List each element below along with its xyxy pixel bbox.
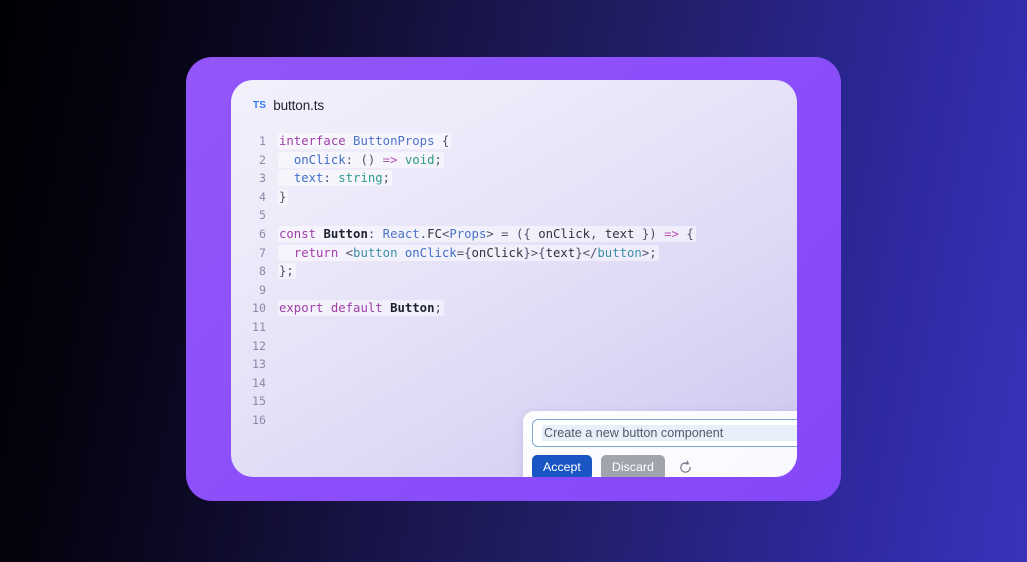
- discard-button[interactable]: Discard: [600, 455, 665, 477]
- line-number: 12: [252, 338, 266, 353]
- code-line[interactable]: 9: [231, 281, 797, 300]
- code-line[interactable]: 11: [231, 318, 797, 337]
- line-number: 14: [252, 375, 266, 390]
- line-number: 5: [259, 208, 266, 223]
- accept-button[interactable]: Accept: [532, 455, 592, 477]
- code-line-content: interface ButtonProps {: [278, 133, 452, 149]
- line-number: 15: [252, 394, 266, 409]
- prompt-input[interactable]: Create a new button component: [542, 425, 797, 441]
- code-line[interactable]: 5: [231, 206, 797, 225]
- line-number: 13: [252, 357, 266, 372]
- line-number: 9: [259, 282, 266, 297]
- ai-actions: Accept Discard: [532, 455, 695, 477]
- code-line[interactable]: 1 interface ButtonProps {: [231, 132, 797, 151]
- line-number: 16: [252, 412, 266, 427]
- line-number: 11: [252, 319, 266, 334]
- code-line-content: };: [278, 263, 296, 280]
- code-line[interactable]: 10 export default Button;: [231, 299, 797, 318]
- line-number: 6: [259, 226, 266, 241]
- prompt-input-container[interactable]: Create a new button component: [532, 419, 797, 447]
- code-line[interactable]: 4}: [231, 188, 797, 207]
- ai-prompt-panel: Create a new button component Accept Dis…: [523, 411, 797, 477]
- code-line-content: }: [278, 188, 289, 205]
- line-number: 1: [259, 134, 266, 148]
- line-number: 10: [252, 301, 266, 316]
- code-line-content: const Button: React.FC<Props> = ({ onCli…: [278, 225, 696, 242]
- line-number: 2: [259, 152, 266, 167]
- code-line[interactable]: 2 onClick: () => void;: [231, 151, 797, 170]
- line-number: 8: [259, 264, 266, 279]
- code-line-content: export default Button;: [278, 300, 444, 317]
- code-line[interactable]: 15: [231, 392, 797, 411]
- editor-card: TS button.ts 1 interface ButtonProps { 2 o…: [231, 80, 797, 477]
- code-line-content: text: string;: [277, 169, 797, 188]
- typescript-badge-icon: TS: [253, 100, 267, 111]
- code-line[interactable]: 7 return <button onClick={onClick}>{text…: [231, 244, 797, 263]
- file-name-label: button.ts: [273, 98, 325, 113]
- code-line[interactable]: 3 text: string;: [231, 169, 797, 188]
- line-number: 4: [259, 189, 266, 204]
- code-line-content: onClick: () => void;: [277, 151, 797, 170]
- code-line[interactable]: 12: [231, 337, 797, 356]
- app-frame: TS button.ts 1 interface ButtonProps { 2 o…: [186, 57, 841, 501]
- line-number: 3: [259, 171, 266, 186]
- file-tab[interactable]: TS button.ts: [253, 98, 324, 113]
- line-number: 7: [259, 245, 266, 260]
- code-line[interactable]: 8};: [231, 262, 797, 281]
- code-line[interactable]: 14: [231, 374, 797, 393]
- code-line-content: return <button onClick={onClick}>{text}<…: [277, 244, 797, 263]
- code-line[interactable]: 13: [231, 355, 797, 374]
- code-line[interactable]: 6 const Button: React.FC<Props> = ({ onCl…: [231, 225, 797, 244]
- refresh-icon[interactable]: [677, 459, 695, 477]
